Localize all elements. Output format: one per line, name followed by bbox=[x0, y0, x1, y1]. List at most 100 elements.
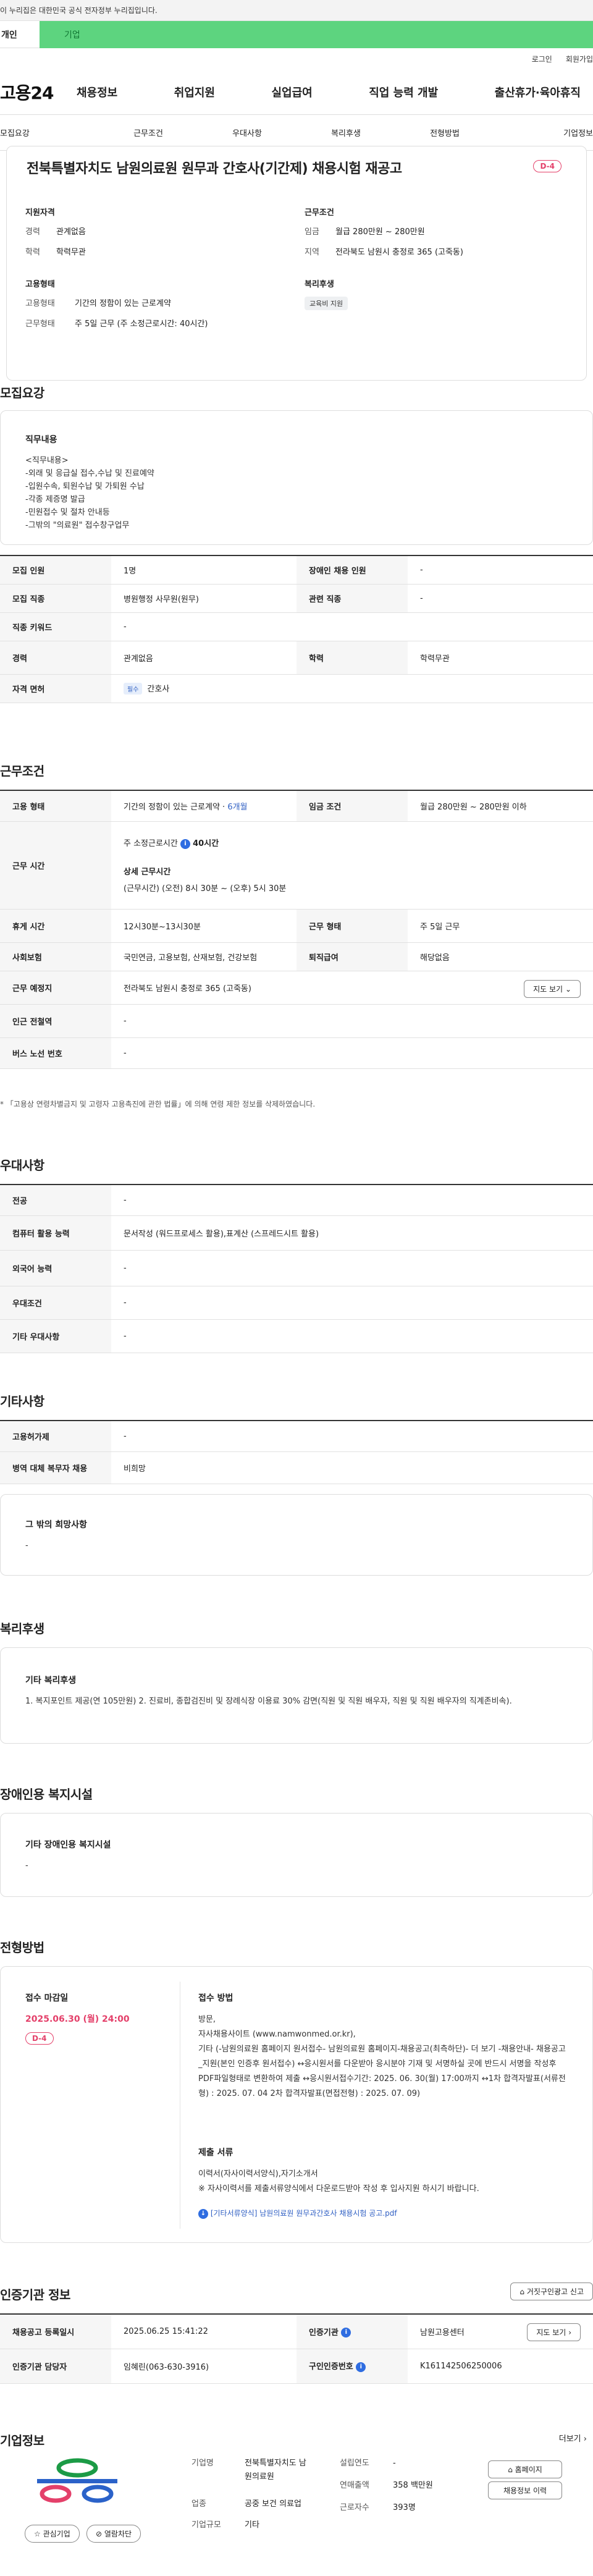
place-cell: 전라북도 남원시 충정로 365 (고죽동) 지도 보기 ⌄ bbox=[111, 971, 593, 1005]
fav-label: 관심기업 bbox=[43, 2530, 70, 2538]
tab-company[interactable]: 기업정보 bbox=[494, 127, 593, 138]
company-info-col2: 설립연도 - 연매출액 358 백만원 근로자수 393명 bbox=[340, 2457, 433, 2515]
download-icon: ↓ bbox=[198, 2208, 208, 2219]
file-link-label: [기타서류양식] 남원의료원 원무과간호사 채용시험 공고.pdf bbox=[210, 2209, 397, 2218]
cell-value: - bbox=[111, 1250, 593, 1286]
company-key: 근로자수 bbox=[340, 2503, 369, 2512]
chevron-right-icon: › bbox=[583, 2435, 587, 2444]
cell-label: 근무 예정지 bbox=[0, 971, 111, 1005]
cell-label: 경력 bbox=[0, 641, 111, 675]
company-more-link[interactable]: 더보기 › bbox=[559, 2432, 587, 2444]
emp-type-period: 6개월 bbox=[227, 802, 248, 812]
disabled-title: 장애인용 복지시설 bbox=[0, 1787, 93, 1802]
company-key: 기업명 bbox=[191, 2459, 214, 2468]
gnb-employment-support[interactable]: 취업지원 bbox=[166, 84, 224, 100]
tab-company[interactable]: 기업 bbox=[40, 21, 593, 48]
etc-other-label: 그 밖의 희망사항 bbox=[25, 1520, 87, 1530]
signup-link[interactable]: 회원가입 bbox=[566, 54, 593, 64]
homepage-button[interactable]: ⌂ 홈페이지 bbox=[488, 2460, 562, 2478]
cert-title: 인증기관 정보 bbox=[0, 2287, 70, 2302]
agency-label: 인증기관 bbox=[309, 2328, 339, 2337]
cell-label: 휴게 시간 bbox=[0, 909, 111, 943]
page: 이 누리집은 대한민국 공식 전자정부 누리집입니다. 개인 기업 로그인 회원… bbox=[0, 0, 593, 2576]
cell-label: 퇴직급여 bbox=[296, 942, 408, 971]
cert-table: 채용공고 등록일시 2025.06.25 15:41:22 인증기관 i 남원고… bbox=[0, 2313, 593, 2384]
gnb-parental-leave[interactable]: 출산휴가·육아휴직 bbox=[486, 84, 589, 100]
cell-label: 사회보험 bbox=[0, 942, 111, 971]
welfare-title: 복리후생 bbox=[0, 1621, 44, 1636]
util-bar: 로그인 회원가입 bbox=[0, 48, 593, 69]
emp-summary: 고용형태 고용형태 기간의 정함이 있는 근로계약 근무형태 주 5일 근무 (주 … bbox=[25, 277, 285, 337]
favorite-company-button[interactable]: ☆ 관심기업 bbox=[25, 2525, 80, 2543]
hours-week-value: 40시간 bbox=[193, 839, 219, 849]
cell-value: 관계없음 bbox=[111, 641, 296, 675]
cell-label: 고용 형태 bbox=[0, 790, 111, 822]
tab-work[interactable]: 근무조건 bbox=[99, 127, 198, 138]
gnb-skills[interactable]: 직업 능력 개발 bbox=[360, 84, 447, 100]
method-label: 접수 방법 bbox=[198, 1993, 233, 2003]
auth-label: 구인인증번호 bbox=[309, 2362, 353, 2372]
map-button[interactable]: 지도 보기 ⌄ bbox=[524, 979, 581, 998]
hours-cell: 주 소정근로시간 i 40시간 상세 근무시간 (근무시간) (오전) 8시 3… bbox=[111, 821, 593, 910]
emp-key: 근무형태 bbox=[25, 319, 55, 329]
agency-value: 남원고용센터 bbox=[420, 2328, 465, 2337]
required-badge: 필수 bbox=[124, 683, 143, 695]
tab-selection[interactable]: 전형방법 bbox=[395, 127, 494, 138]
company-key: 설립연도 bbox=[340, 2459, 369, 2468]
tab-personal[interactable]: 개인 bbox=[0, 21, 40, 48]
company-value: - bbox=[393, 2459, 396, 2468]
cell-value: 국민연금, 고용보험, 산재보험, 건강보험 bbox=[111, 942, 296, 971]
cell-value: - bbox=[111, 1421, 593, 1452]
info-icon[interactable]: i bbox=[341, 2328, 351, 2337]
site-logo[interactable]: 고용24 bbox=[0, 80, 68, 104]
hours-week-line: 주 소정근로시간 i 40시간 bbox=[124, 837, 581, 849]
company-key: 업종 bbox=[191, 2499, 206, 2509]
agency-map-button[interactable]: 지도 보기 › bbox=[527, 2323, 581, 2341]
gov-banner: 이 누리집은 대한민국 공식 전자정부 누리집입니다. bbox=[0, 0, 593, 21]
cell-label: 모집 인원 bbox=[0, 555, 111, 585]
qual-heading: 지원자격 bbox=[25, 208, 55, 217]
cell-label: 인증기관 담당자 bbox=[0, 2349, 111, 2384]
cell-label: 채용공고 등록일시 bbox=[0, 2314, 111, 2349]
cell-label: 컴퓨터 활용 능력 bbox=[0, 1215, 111, 1251]
dday-badge: D-4 bbox=[533, 160, 561, 172]
homepage-label: 홈페이지 bbox=[515, 2465, 542, 2474]
login-link[interactable]: 로그인 bbox=[532, 54, 552, 64]
company-value: 공중 보건 의료업 bbox=[245, 2499, 301, 2509]
block-company-button[interactable]: ⊘ 열람차단 bbox=[86, 2525, 141, 2543]
deadline-dday: D-4 bbox=[25, 2032, 54, 2045]
docs-text: 이력서(자사이력서양식),자기소개서 ※ 자사이력서를 제출서류양식에서 다운로… bbox=[198, 2169, 479, 2194]
info-icon[interactable]: i bbox=[356, 2362, 366, 2372]
welfare-text: 1. 복지포인트 제공(연 105만원) 2. 진료비, 종합검진비 및 장례식… bbox=[25, 1697, 512, 1706]
deadline-value: 2025.06.30 (월) 24:00 bbox=[25, 2014, 130, 2024]
cell-value: 해당없음 bbox=[408, 942, 593, 971]
false-ad-report-button[interactable]: ⌂ 거짓구인광고 신고 bbox=[510, 2283, 593, 2300]
cell-value: 문서작성 (워드프로세스 활용),표계산 (스프레드시트 활용) bbox=[111, 1215, 593, 1251]
tab-welfare[interactable]: 복리후생 bbox=[296, 127, 395, 138]
cell-label: 모집 직종 bbox=[0, 584, 111, 613]
gnb-jobs[interactable]: 채용정보 bbox=[68, 84, 126, 100]
disabled-label: 기타 장애인용 복지시설 bbox=[25, 1840, 111, 1850]
tab-recruit[interactable]: 모집요강 bbox=[0, 127, 99, 138]
gnb-unemployment-benefit[interactable]: 실업급여 bbox=[263, 84, 321, 100]
cell-label: 장애인 채용 인원 bbox=[296, 555, 408, 585]
file-download-link[interactable]: ↓ [기타서류양식] 남원의료원 원무과간호사 채용시험 공고.pdf bbox=[198, 2208, 397, 2219]
cell-value: - bbox=[111, 1004, 593, 1038]
emp-value: 주 5일 근무 (주 소정근로시간: 40시간) bbox=[75, 319, 208, 329]
info-icon[interactable]: i bbox=[180, 838, 190, 849]
qual-summary: 지원자격 경력 관계없음 학력 학력무관 bbox=[25, 206, 285, 266]
hours-detail-title: 상세 근무시간 bbox=[124, 867, 171, 877]
company-key: 기업규모 bbox=[191, 2520, 221, 2530]
cell-label: 관련 직종 bbox=[296, 584, 408, 613]
tab-pref[interactable]: 우대사항 bbox=[198, 127, 296, 138]
cell-label: 고용허가제 bbox=[0, 1421, 111, 1452]
emp-value: 기간의 정함이 있는 근로계약 bbox=[75, 299, 171, 308]
cond-value: 전라북도 남원시 충정로 365 (고죽동) bbox=[335, 248, 463, 257]
job-history-button[interactable]: 채용정보 이력 bbox=[488, 2481, 562, 2499]
auth-label-cell: 구인인증번호 i bbox=[296, 2349, 408, 2384]
docs-label: 제출 서류 bbox=[198, 2148, 233, 2158]
cell-label: 기타 우대사항 bbox=[0, 1319, 111, 1353]
job-summary-card: 전북특별자치도 남원의료원 원무과 간호사(기간제) 채용시험 재공고 D-4 … bbox=[6, 146, 587, 381]
cell-value: - bbox=[408, 584, 593, 613]
gov-banner-text: 이 누리집은 대한민국 공식 전자정부 누리집입니다. bbox=[0, 6, 158, 15]
